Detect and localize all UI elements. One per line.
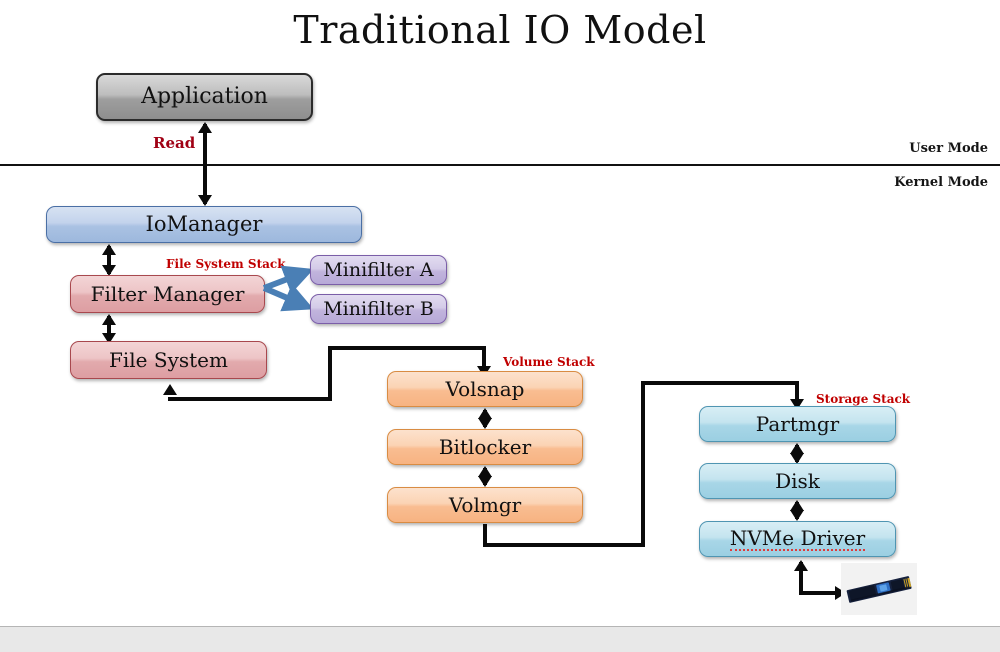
box-disk-label: Disk <box>775 469 820 493</box>
read-arrow-head-down <box>198 195 212 206</box>
volsnap-feed-hline <box>328 346 486 350</box>
box-volsnap-label: Volsnap <box>445 377 525 401</box>
volmgr-to-storage-hline <box>483 543 645 547</box>
box-iomanager-label: IoManager <box>145 212 263 236</box>
read-arrow-line <box>203 124 207 204</box>
read-arrow-head-up <box>198 122 212 133</box>
iomanager-arrow-up <box>102 244 116 255</box>
footer-bar <box>0 626 1000 652</box>
box-volmgr-label: Volmgr <box>448 493 522 517</box>
box-minifilter-b-label: Minifilter B <box>323 297 434 320</box>
box-nvme-driver[interactable]: NVMe Driver <box>699 521 896 557</box>
box-bitlocker-label: Bitlocker <box>438 435 532 459</box>
storage-feed-vline <box>641 381 645 545</box>
user-mode-label: User Mode <box>909 141 988 156</box>
box-application[interactable]: Application <box>96 73 313 121</box>
nvme-ssd-photo <box>841 563 917 615</box>
slide-canvas: Traditional IO Model User Mode Kernel Mo… <box>0 0 1000 626</box>
box-partmgr-label: Partmgr <box>755 412 840 436</box>
volume-stack-label: Volume Stack <box>503 355 595 369</box>
box-bitlocker[interactable]: Bitlocker <box>387 429 583 465</box>
storage-feed-hline <box>641 381 799 385</box>
volmgr-arrow-down <box>478 476 492 487</box>
box-nvme-driver-label: NVMe Driver <box>729 525 866 551</box>
nvme-ssd-arrow-up <box>794 560 808 571</box>
page-title: Traditional IO Model <box>293 8 707 52</box>
filesystem-return-vline <box>328 348 332 401</box>
box-minifilter-b[interactable]: Minifilter B <box>310 294 447 324</box>
bitlocker-arrow-down <box>478 418 492 429</box>
filtermanager-arrow-up-2 <box>102 314 116 325</box>
box-partmgr[interactable]: Partmgr <box>699 406 896 442</box>
box-file-system[interactable]: File System <box>70 341 267 379</box>
box-application-label: Application <box>141 84 268 109</box>
box-filter-manager[interactable]: Filter Manager <box>70 275 265 313</box>
kernel-mode-label: Kernel Mode <box>894 175 988 190</box>
box-filter-manager-label: Filter Manager <box>90 282 245 306</box>
box-iomanager[interactable]: IoManager <box>46 206 362 243</box>
storage-stack-label: Storage Stack <box>816 392 911 406</box>
filesystem-return-arrowhead <box>163 384 177 395</box>
nvme-ssd-hline <box>799 591 837 595</box>
box-volmgr[interactable]: Volmgr <box>387 487 583 523</box>
box-volsnap[interactable]: Volsnap <box>387 371 583 407</box>
read-label: Read <box>153 134 196 152</box>
filesystem-return-hline <box>168 397 332 401</box>
box-minifilter-a[interactable]: Minifilter A <box>310 255 447 285</box>
user-kernel-divider <box>0 164 1000 166</box>
box-file-system-label: File System <box>109 348 228 372</box>
box-minifilter-a-label: Minifilter A <box>323 258 434 281</box>
box-disk[interactable]: Disk <box>699 463 896 499</box>
minifilter-fork-arrows <box>262 265 314 312</box>
nvme-arrow-down <box>790 510 804 521</box>
